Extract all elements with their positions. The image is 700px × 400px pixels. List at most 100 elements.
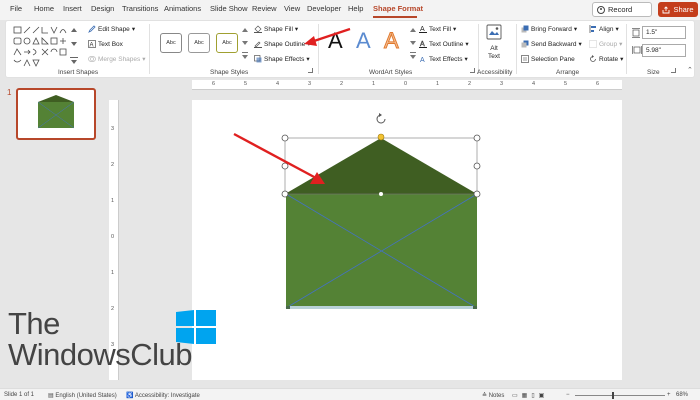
selection-pane-icon [521,55,529,63]
notes-button[interactable]: ≙ Notes [482,392,504,399]
shape-effects-label: Shape Effects [264,55,305,63]
selection-pane-button[interactable]: Selection Pane [521,55,575,63]
paint-bucket-icon [254,25,262,33]
slide-sorter-icon[interactable]: ▦ [522,393,532,399]
ruler-tick-label: 4 [532,81,536,87]
svg-text:A: A [90,43,94,49]
zoom-in-button[interactable]: + [667,392,671,398]
center-point [379,192,383,196]
zoom-slider[interactable] [575,395,665,396]
chevron-down-icon: ▾ [131,26,136,33]
shape-style-preset-2[interactable]: Abc [188,33,210,53]
group-label-size: Size [647,69,660,76]
envelope-flap-shape [285,138,477,194]
shape-styles-dialog-launcher[interactable] [308,68,313,73]
divider [149,24,150,74]
zoom-level[interactable]: 68% [676,392,688,398]
rotate-handle-icon [376,113,386,124]
svg-text:A: A [420,57,425,63]
size-dialog-launcher[interactable] [671,68,676,73]
wordart-gallery-scroll[interactable] [410,27,416,61]
group-icon [589,40,597,48]
envelope-bottom-edge [286,306,477,309]
divider [516,24,517,74]
ruler-tick-label: 3 [308,81,312,87]
shape-width-field[interactable]: 5.98" [642,44,686,57]
text-box-button[interactable]: A Text Box [88,40,123,48]
ruler-tick-label: 3 [111,126,115,132]
send-backward-button[interactable]: Send Backward ▾ [521,40,582,48]
tab-animations[interactable]: Animations [164,4,201,13]
shape-fill-label: Shape Fill [264,25,293,33]
shape-style-preset-1[interactable]: Abc [160,33,182,53]
rotate-button[interactable]: Rotate ▾ [589,55,623,63]
shapes-gallery[interactable] [12,24,84,67]
shape-fill-button[interactable]: Shape Fill ▾ [254,25,298,33]
normal-view-icon[interactable]: ▭ [512,393,522,399]
tab-insert[interactable]: Insert [63,4,82,13]
tab-file[interactable]: File [10,4,22,13]
record-button[interactable]: Record [592,2,652,17]
style-gallery-scroll[interactable] [242,27,248,61]
shape-effects-button[interactable]: Shape Effects ▾ [254,55,310,63]
alt-text-icon [486,24,502,40]
chevron-down-icon: ▾ [619,41,623,48]
shape-height-field[interactable]: 1.5" [642,26,686,39]
slide-thumbnail-1[interactable] [16,88,96,140]
wordart-style-3[interactable]: A [384,28,400,54]
chevron-down-icon: ▾ [573,26,578,33]
bring-forward-button[interactable]: Bring Forward ▾ [521,25,577,33]
ruler-tick-label: 2 [468,81,472,87]
share-label: Share [673,5,694,14]
reading-view-icon[interactable]: ▯ [531,393,538,399]
text-box-label: Text Box [98,40,123,48]
wordart-style-2[interactable]: A [356,28,371,54]
watermark-logo: The WindowsClub [8,306,216,370]
tab-review[interactable]: Review [252,4,277,13]
wordart-dialog-launcher[interactable] [470,68,475,73]
chevron-down-icon: ▾ [578,41,582,48]
edit-shape-button[interactable]: Edit Shape ▾ [88,25,135,33]
tab-transitions[interactable]: Transitions [122,4,158,13]
text-outline-icon: A [419,41,427,48]
tab-shape-format[interactable]: Shape Format [373,4,423,13]
tab-developer[interactable]: Developer [307,4,341,13]
tab-help[interactable]: Help [348,4,363,13]
horizontal-ruler: 6 5 4 3 2 1 0 1 2 3 4 5 6 [192,80,622,90]
text-outline-button[interactable]: A Text Outline ▾ [419,40,469,48]
group-label-wordart-styles: WordArt Styles [369,69,413,76]
merge-shapes-button[interactable]: Merge Shapes ▾ [88,55,146,63]
bring-forward-label: Bring Forward [531,25,572,33]
tab-design[interactable]: Design [91,4,114,13]
tab-home[interactable]: Home [34,4,54,13]
rotate-icon [590,55,596,62]
alt-text-button[interactable]: Alt Text [484,24,504,66]
shape-style-preset-3[interactable]: Abc [216,33,238,53]
proofing-icon: ▤ [48,393,54,399]
bring-forward-icon [521,25,529,33]
language-indicator[interactable]: ▤ English (United States) [48,392,117,399]
notes-label: Notes [488,393,505,399]
logo-text-line-1: The [8,306,60,341]
ruler-tick-label: 6 [596,81,600,87]
slide-canvas[interactable] [192,100,622,380]
ruler-tick-label: 4 [276,81,280,87]
collapse-ribbon-icon[interactable]: ⌃ [687,66,693,74]
ruler-tick-label: 1 [111,198,115,204]
envelope-thumbnail-image [37,95,75,129]
chevron-down-icon: ▾ [615,26,619,33]
view-buttons[interactable]: ▭▦▯▣ [512,392,548,399]
group-button[interactable]: Group ▾ [589,40,622,48]
annotation-arrow-slide [233,132,325,184]
text-fill-button[interactable]: A Text Fill ▾ [419,25,456,33]
accessibility-status[interactable]: ♿ Accessibility: Investigate [126,392,200,399]
share-button[interactable]: Share [658,2,698,17]
slideshow-icon[interactable]: ▣ [539,393,549,399]
zoom-slider-thumb[interactable] [612,392,614,399]
zoom-out-button[interactable]: − [566,392,570,398]
tab-slide-show[interactable]: Slide Show [210,4,248,13]
align-button[interactable]: Align ▾ [589,25,619,33]
group-label: Group [599,40,618,48]
text-effects-button[interactable]: A Text Effects ▾ [419,55,468,64]
tab-view[interactable]: View [284,4,300,13]
